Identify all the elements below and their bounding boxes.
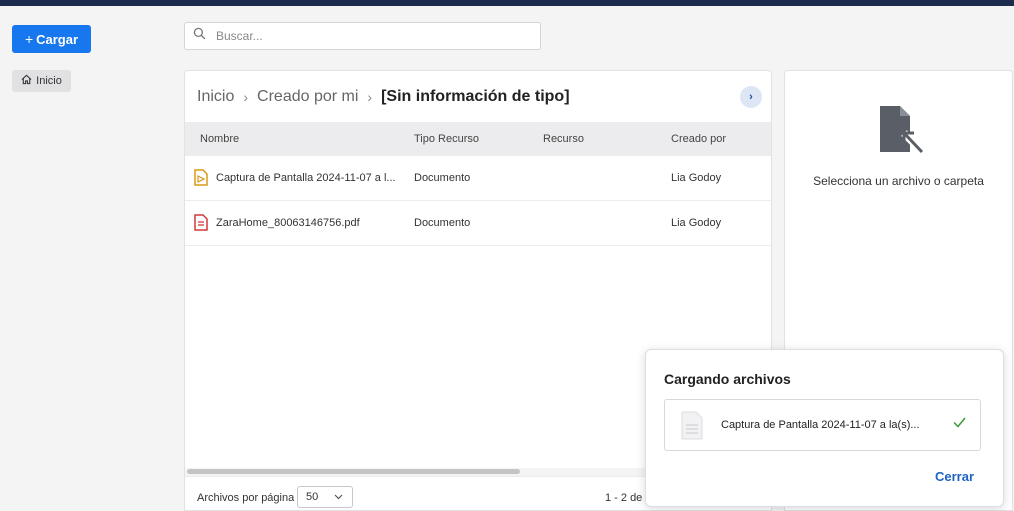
- upload-file-name: Captura de Pantalla 2024-11-07 a la(s)..…: [721, 419, 920, 431]
- upload-item: Captura de Pantalla 2024-11-07 a la(s)..…: [664, 399, 981, 451]
- search-input[interactable]: [216, 29, 516, 43]
- column-header-resource[interactable]: Recurso: [543, 133, 584, 145]
- table-row[interactable]: Captura de Pantalla 2024-11-07 a l... Do…: [185, 156, 771, 201]
- top-bar: [0, 0, 1014, 6]
- file-select-icon: [878, 104, 927, 159]
- column-header-type[interactable]: Tipo Recurso: [414, 133, 479, 145]
- pdf-file-icon: [194, 214, 208, 234]
- breadcrumb-current: [Sin información de tipo]: [381, 88, 570, 105]
- scrollbar-thumb[interactable]: [187, 469, 520, 474]
- breadcrumb-created-by-me[interactable]: Creado por mi: [257, 88, 358, 106]
- table-row[interactable]: ZaraHome_80063146756.pdf Documento Lia G…: [185, 201, 771, 246]
- upload-button[interactable]: + Cargar: [12, 25, 91, 53]
- chevron-right-icon: ›: [749, 91, 753, 103]
- file-name[interactable]: Captura de Pantalla 2024-11-07 a l...: [216, 172, 396, 184]
- close-button[interactable]: Cerrar: [935, 469, 974, 484]
- page-size-value: 50: [306, 491, 319, 503]
- sidebar-item-label: Inicio: [36, 75, 62, 87]
- column-header-name[interactable]: Nombre: [200, 133, 239, 145]
- file-name[interactable]: ZaraHome_80063146756.pdf: [216, 217, 360, 229]
- page-size-select[interactable]: 50: [297, 486, 353, 508]
- empty-selection-message: Selecciona un archivo o carpeta: [813, 174, 984, 188]
- upload-button-label: Cargar: [36, 31, 79, 47]
- breadcrumb-separator-icon: ›: [243, 89, 249, 105]
- breadcrumb-separator-icon: ›: [367, 89, 373, 105]
- column-header-created-by[interactable]: Creado por: [671, 133, 726, 145]
- expand-panel-button[interactable]: ›: [740, 86, 762, 108]
- sidebar-item-home[interactable]: Inicio: [12, 70, 71, 92]
- upload-progress-dialog: Cargando archivos Captura de Pantalla 20…: [645, 349, 1004, 507]
- table-header: Nombre Tipo Recurso Recurso Creado por: [185, 122, 771, 156]
- chevron-down-icon: [334, 491, 343, 503]
- image-file-icon: [194, 169, 208, 189]
- document-icon: [681, 411, 703, 445]
- breadcrumb: Inicio › Creado por mi › [Sin informació…: [197, 88, 570, 106]
- check-icon: [953, 415, 966, 431]
- file-created-by: Lia Godoy: [671, 172, 722, 184]
- breadcrumb-home[interactable]: Inicio: [197, 88, 234, 106]
- home-icon: [21, 74, 32, 88]
- upload-dialog-title: Cargando archivos: [664, 371, 791, 387]
- search-icon: [193, 27, 206, 45]
- plus-icon: +: [24, 31, 34, 47]
- page-size-label: Archivos por página: [197, 492, 295, 504]
- file-created-by: Lia Godoy: [671, 217, 722, 229]
- file-type: Documento: [414, 217, 471, 229]
- search-box[interactable]: [184, 22, 541, 50]
- file-type: Documento: [414, 172, 471, 184]
